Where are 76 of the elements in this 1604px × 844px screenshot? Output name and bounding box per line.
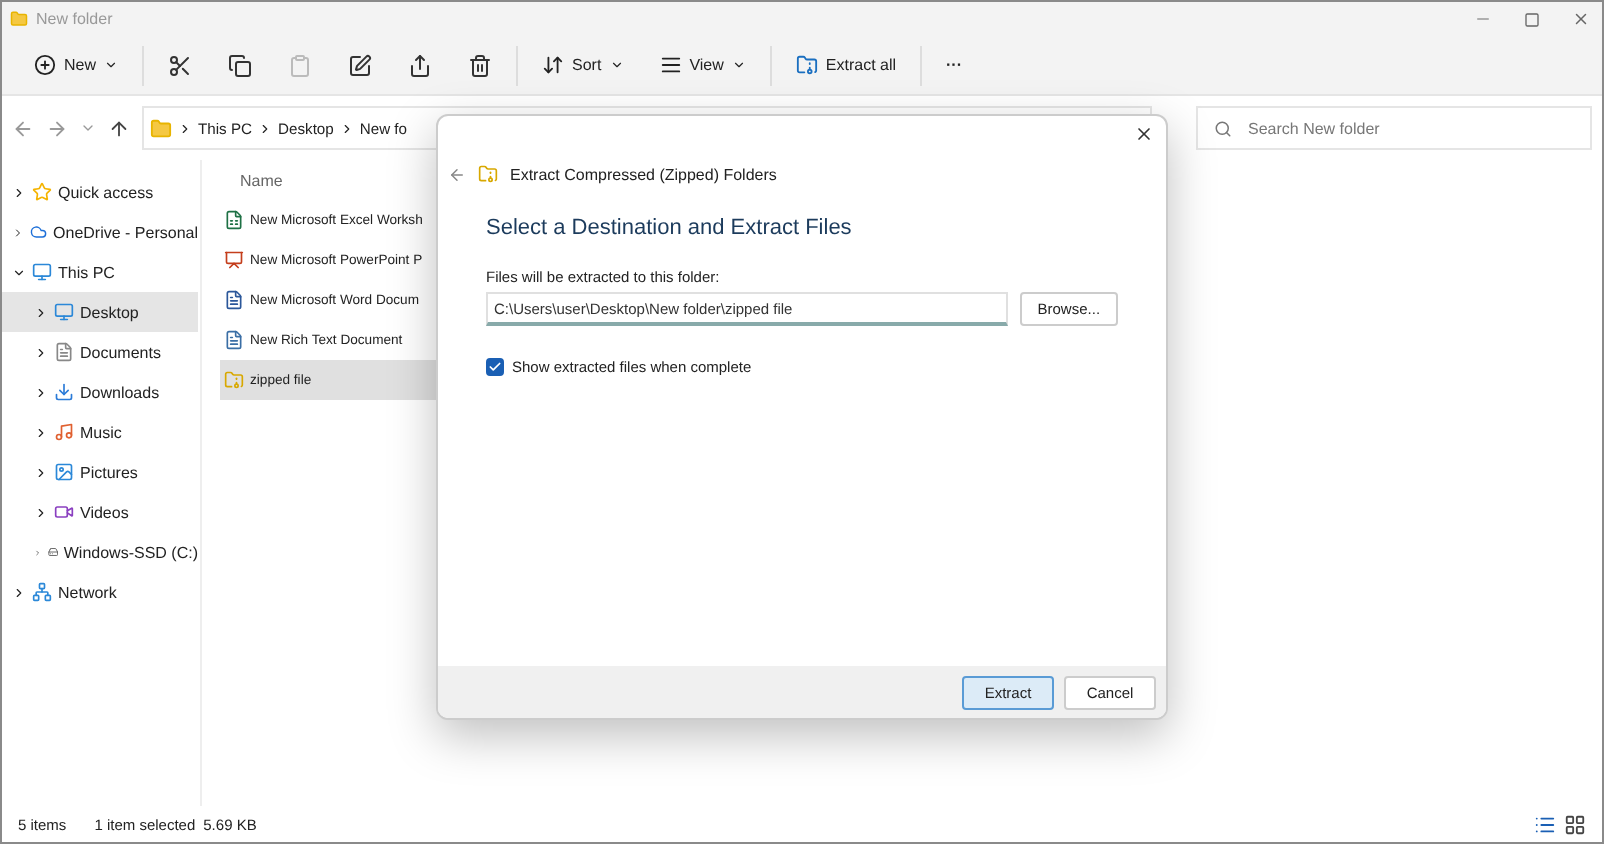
chevron-right-icon [178,121,192,135]
folder-icon [150,117,172,139]
sidebar-item[interactable]: Music [2,412,198,452]
checkbox[interactable] [486,358,504,376]
monitor-icon [32,262,52,282]
file-icon [224,330,244,350]
download-icon [54,382,74,402]
music-icon [54,422,74,442]
chevron-down-icon[interactable] [12,265,26,279]
network-icon [32,582,52,602]
zip-folder-icon [795,54,818,76]
chevron-right-icon[interactable] [34,385,48,399]
cut-icon [168,53,193,77]
view-button[interactable]: View [647,43,758,87]
file-icon [224,370,244,390]
new-button[interactable]: New [22,43,131,87]
sidebar-item[interactable]: This PC [2,252,198,292]
cloud-icon [29,222,48,242]
close-icon[interactable] [1134,124,1154,144]
chevron-right-icon[interactable] [12,585,26,599]
sidebar-item[interactable]: Downloads [2,372,198,412]
search-placeholder: Search New folder [1248,119,1380,137]
sort-button[interactable]: Sort [530,43,636,87]
sidebar-item[interactable]: Pictures [2,452,198,492]
sidebar-item[interactable]: OneDrive - Personal [2,212,198,252]
caret-icon [609,58,624,72]
monitor-icon [54,302,74,322]
file-icon [224,250,244,270]
share-icon [408,53,433,77]
sidebar-item[interactable]: Quick access [2,172,198,212]
caret-icon [731,58,746,72]
drive-icon [47,542,58,562]
rename-icon [348,53,373,77]
search-field[interactable]: Search New folder [1196,106,1592,150]
caret-icon [104,58,119,72]
close-icon [1572,10,1590,28]
delete-icon [468,53,493,77]
up-icon[interactable] [108,117,130,139]
chevron-right-icon[interactable] [12,185,26,199]
forward-icon[interactable] [46,117,68,139]
chevron-right-icon[interactable] [34,505,48,519]
restore-icon [1524,11,1540,27]
sidebar-item[interactable]: Documents [2,332,198,372]
chevron-right-icon[interactable] [34,425,48,439]
sidebar-item[interactable]: Videos [2,492,198,532]
star-icon [32,182,52,202]
document-icon [54,342,74,362]
chevron-right-icon[interactable] [34,345,48,359]
file-icon [224,290,244,310]
video-icon [54,502,74,522]
search-icon [1214,119,1232,137]
more-button[interactable]: ··· [934,43,975,87]
sort-icon [542,54,565,76]
chevron-right-icon [258,121,273,135]
zip-folder-icon [478,164,498,184]
plus-icon [34,54,56,76]
copy-icon [228,53,253,77]
back-icon[interactable] [12,117,34,139]
extract-all-button[interactable]: Extract all [783,43,909,87]
paste-icon [288,53,313,77]
dialog-heading: Select a Destination and Extract Files [486,216,854,240]
window-title: New folder [36,10,115,28]
picture-icon [54,462,74,482]
tiles-view-icon[interactable] [1564,813,1586,835]
chevron-right-icon [339,121,354,135]
details-view-icon[interactable] [1534,813,1556,835]
sidebar-item[interactable]: Windows-SSD (C:) [2,532,198,572]
file-icon [224,210,244,230]
back-icon[interactable] [448,165,466,183]
sidebar-item[interactable]: Network [2,572,198,612]
chevron-right-icon[interactable] [34,305,48,319]
chevron-right-icon[interactable] [34,465,48,479]
lines-icon [659,54,682,76]
folder-icon [10,10,28,28]
dialog-title: Extract Compressed (Zipped) Folders [510,165,777,183]
sidebar-item[interactable]: Desktop [2,292,198,332]
